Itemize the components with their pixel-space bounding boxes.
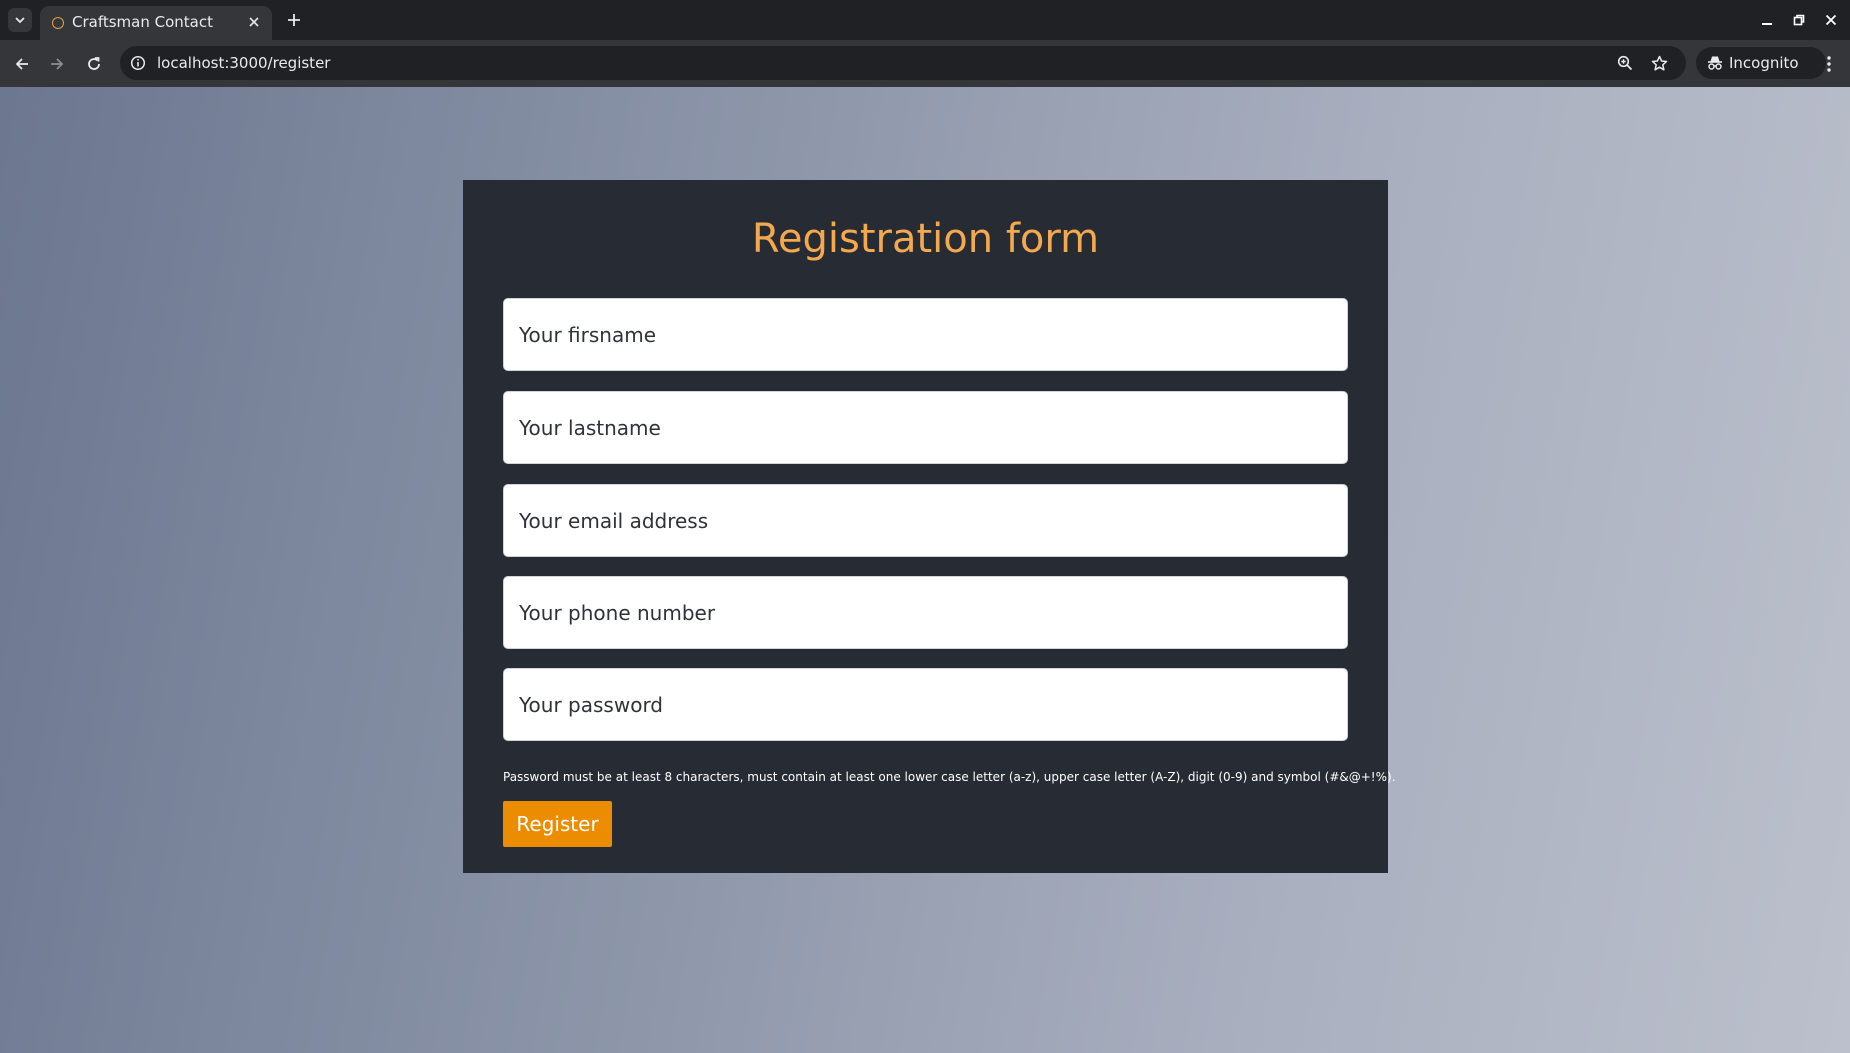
minimize-window-button[interactable] xyxy=(1755,8,1779,32)
reload-button[interactable] xyxy=(79,49,109,79)
zoom-button[interactable] xyxy=(1613,51,1637,75)
close-icon xyxy=(249,17,259,27)
zoom-in-icon xyxy=(1617,55,1633,71)
info-icon xyxy=(130,55,146,71)
email-input[interactable] xyxy=(503,484,1348,557)
browser-tab[interactable]: Craftsman Contact xyxy=(40,6,272,40)
password-requirements-hint: Password must be at least 8 characters, … xyxy=(503,770,1396,784)
tab-strip: Craftsman Contact xyxy=(0,0,1850,40)
minimize-icon xyxy=(1762,23,1772,25)
forward-button[interactable] xyxy=(42,49,72,79)
register-button[interactable]: Register xyxy=(503,801,612,847)
page-viewport: Registration form Password must be at le… xyxy=(0,87,1850,1053)
star-icon xyxy=(1651,55,1667,71)
plus-icon xyxy=(288,14,300,26)
arrow-left-icon xyxy=(15,58,28,70)
incognito-indicator[interactable]: Incognito xyxy=(1696,47,1826,79)
incognito-label: Incognito xyxy=(1729,54,1799,72)
browser-toolbar: localhost:3000/register Incognito xyxy=(0,40,1850,87)
registration-card: Registration form Password must be at le… xyxy=(463,180,1396,873)
address-bar[interactable]: localhost:3000/register xyxy=(120,46,1686,80)
close-tab-button[interactable] xyxy=(244,12,264,32)
back-button[interactable] xyxy=(7,49,37,79)
close-icon xyxy=(1825,14,1837,26)
incognito-icon xyxy=(1708,56,1722,70)
restore-icon xyxy=(1793,14,1805,26)
browser-menu-button[interactable] xyxy=(1816,49,1842,79)
lastname-input[interactable] xyxy=(503,391,1348,464)
more-vertical-icon xyxy=(1827,56,1831,72)
tab-title: Craftsman Contact xyxy=(72,13,213,31)
bookmark-button[interactable] xyxy=(1647,51,1671,75)
new-tab-button[interactable] xyxy=(282,8,306,32)
site-info-button[interactable] xyxy=(128,53,148,73)
close-window-button[interactable] xyxy=(1819,8,1843,32)
reload-icon xyxy=(88,57,100,70)
form-title: Registration form xyxy=(751,216,1100,262)
loading-favicon-icon xyxy=(52,17,64,29)
phone-input[interactable] xyxy=(503,576,1348,649)
password-input[interactable] xyxy=(503,668,1348,741)
tab-search-button[interactable] xyxy=(8,8,32,32)
url-text: localhost:3000/register xyxy=(157,54,331,72)
chevron-down-icon xyxy=(15,17,25,24)
arrow-right-icon xyxy=(51,58,64,70)
firstname-input[interactable] xyxy=(503,298,1348,371)
restore-window-button[interactable] xyxy=(1787,8,1811,32)
